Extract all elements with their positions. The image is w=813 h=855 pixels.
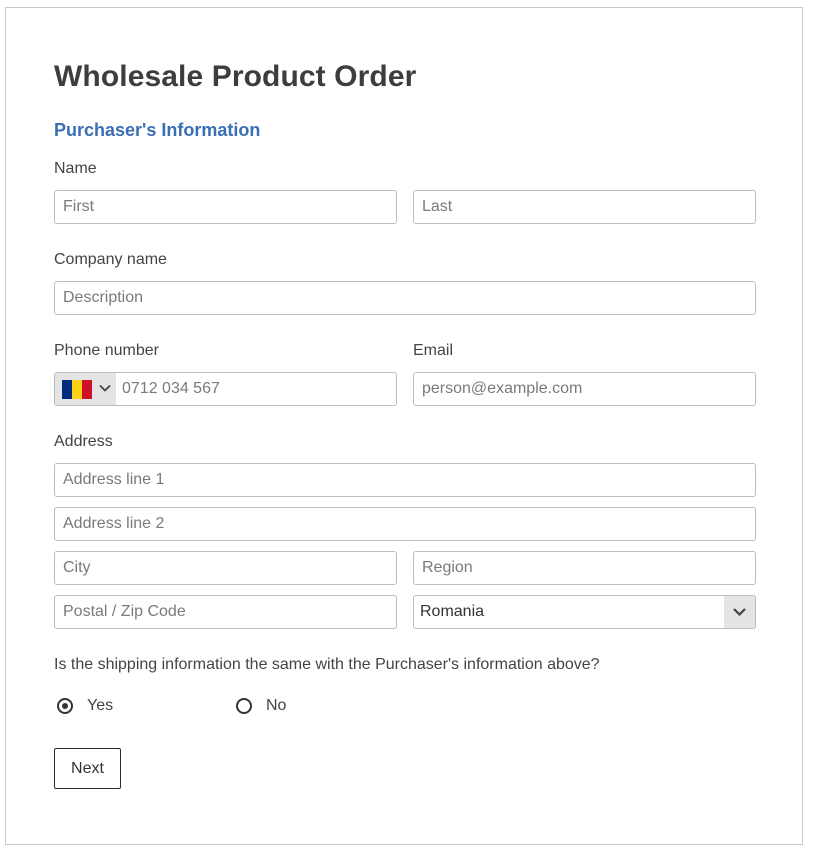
company-name-input[interactable] [54,281,756,315]
radio-no-label: No [266,697,287,714]
country-select-value: Romania [420,603,485,620]
last-name-input[interactable] [413,190,756,224]
email-input[interactable] [413,372,756,406]
name-label: Name [54,160,97,177]
radio-yes-label: Yes [87,697,114,714]
phone-field [54,372,397,406]
company-label: Company name [54,251,167,268]
radio-yes-circle[interactable] [57,698,73,714]
address-label: Address [54,433,113,450]
country-select[interactable]: Romania [413,595,756,629]
radio-yes[interactable]: Yes [57,696,113,716]
address-line1-input[interactable] [54,463,756,497]
email-label: Email [413,342,454,359]
radio-no-circle[interactable] [236,698,252,714]
page-title: Wholesale Product Order [54,60,417,93]
first-name-input[interactable] [54,190,397,224]
flag-stripe-blue [62,380,72,399]
address-line2-input[interactable] [54,507,756,541]
phone-input[interactable] [116,373,396,405]
phone-label: Phone number [54,342,159,359]
chevron-down-icon [733,608,746,617]
city-input[interactable] [54,551,397,585]
order-form-card: Wholesale Product Order Purchaser's Info… [5,7,803,845]
region-input[interactable] [413,551,756,585]
flag-stripe-yellow [72,380,82,399]
next-button[interactable]: Next [54,748,121,789]
shipping-question: Is the shipping information the same wit… [54,656,600,673]
postal-code-input[interactable] [54,595,397,629]
country-code-picker[interactable] [55,373,116,405]
romania-flag-icon [62,380,92,399]
section-title: Purchaser's Information [54,120,261,140]
radio-no[interactable]: No [236,696,286,716]
flag-stripe-red [82,380,92,399]
chevron-down-icon [99,384,111,392]
select-dropdown-button[interactable] [724,596,755,628]
